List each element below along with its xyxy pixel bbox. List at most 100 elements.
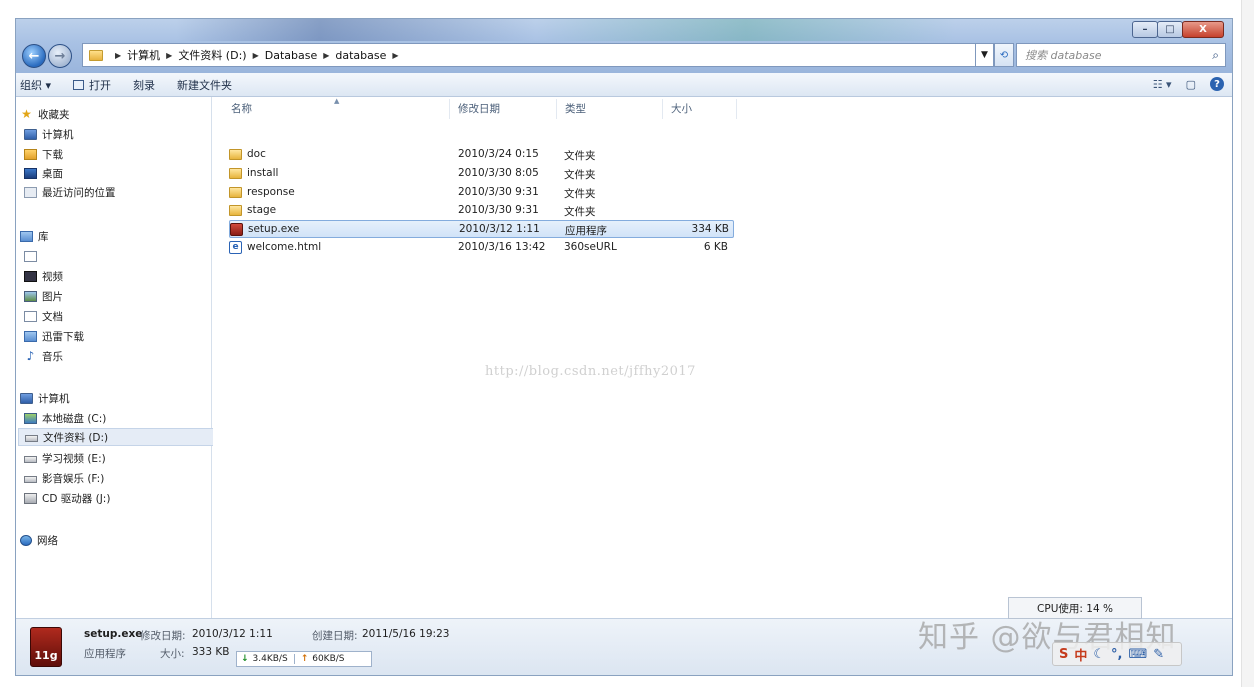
file-name: stage xyxy=(247,204,277,216)
file-name: response xyxy=(247,186,295,198)
keyboard-icon[interactable]: ⌨ xyxy=(1129,647,1148,662)
file-row[interactable]: doc 2010/3/24 0:15 文件夹 xyxy=(229,146,734,164)
nav-drive-j[interactable]: CD 驱动器 (J:) xyxy=(24,489,220,507)
title-bar: – □ X ← → ▶ 计算机 ▶ 文件资料 (D:) ▶ Database ▶… xyxy=(16,19,1232,73)
breadcrumb-separator-icon[interactable]: ▶ xyxy=(166,51,172,60)
breadcrumb-separator-icon[interactable]: ▶ xyxy=(392,51,398,60)
nav-label: 文件资料 (D:) xyxy=(43,431,109,444)
desktop-icon xyxy=(24,167,37,179)
ime-logo-icon[interactable]: S xyxy=(1059,647,1068,662)
open-icon xyxy=(73,79,85,90)
nav-fav-downloads[interactable]: 下载 xyxy=(24,145,220,163)
file-type: 应用程序 xyxy=(565,225,607,237)
nav-lib-documents[interactable]: 文档 xyxy=(24,307,220,325)
view-options-icon[interactable]: ☷ ▾ xyxy=(1153,78,1172,91)
column-divider[interactable] xyxy=(556,99,557,119)
breadcrumb-database[interactable]: database xyxy=(335,49,386,62)
new-folder-button[interactable]: 新建文件夹 xyxy=(177,77,232,93)
preview-pane-icon[interactable]: ▢ xyxy=(1186,78,1196,91)
details-modified-value: 2010/3/12 1:11 xyxy=(192,628,273,640)
file-row[interactable]: install 2010/3/30 8:05 文件夹 xyxy=(229,165,734,183)
column-header-modified[interactable]: 修改日期 xyxy=(458,101,500,116)
nav-lib-music[interactable]: ♪ 音乐 xyxy=(24,347,220,365)
nav-favorites[interactable]: ★ 收藏夹 xyxy=(20,105,216,123)
ime-toolbar[interactable]: S 中 ☾ °, ⌨ ✎ xyxy=(1052,642,1182,666)
nav-fav-computer[interactable]: 计算机 xyxy=(24,125,220,143)
burn-button[interactable]: 刻录 xyxy=(133,77,155,93)
sort-ascending-icon: ▲ xyxy=(334,97,340,105)
nav-lib-pictures[interactable]: 图片 xyxy=(24,287,220,305)
search-icon[interactable]: ⌕ xyxy=(1212,48,1219,63)
address-dropdown-button[interactable]: ▼ xyxy=(976,43,994,67)
nav-fav-desktop[interactable]: 桌面 xyxy=(24,164,220,182)
breadcrumb-separator-icon[interactable]: ▶ xyxy=(323,51,329,60)
breadcrumb-computer[interactable]: 计算机 xyxy=(127,47,160,63)
nav-libraries[interactable]: 库 xyxy=(20,227,216,245)
minimize-button[interactable]: – xyxy=(1132,21,1158,38)
file-row[interactable]: response 2010/3/30 9:31 文件夹 xyxy=(229,184,734,202)
nav-lib-xunlei[interactable]: 迅雷下载 xyxy=(24,327,220,345)
breadcrumb-database-parent[interactable]: Database xyxy=(265,49,318,62)
nav-label: 迅雷下载 xyxy=(42,330,84,343)
nav-drive-e[interactable]: 学习视频 (E:) xyxy=(24,449,220,467)
nav-label: 视频 xyxy=(42,270,63,283)
folder-icon xyxy=(229,168,242,179)
column-header-type[interactable]: 类型 xyxy=(565,101,586,116)
nav-drive-f[interactable]: 影音娱乐 (F:) xyxy=(24,469,220,487)
column-header-name[interactable]: 名称 xyxy=(231,101,252,116)
ime-punct-icon[interactable]: °, xyxy=(1111,647,1122,662)
nav-computer[interactable]: 计算机 xyxy=(20,389,216,407)
back-button[interactable]: ← xyxy=(22,44,46,68)
help-icon[interactable]: ? xyxy=(1210,77,1224,91)
file-modified: 2010/3/24 0:15 xyxy=(458,148,539,160)
nav-label: 文档 xyxy=(42,310,63,323)
ime-settings-icon[interactable]: ✎ xyxy=(1153,647,1164,662)
toolbar-right-controls: ☷ ▾ ▢ ? xyxy=(1139,77,1224,91)
drive-icon xyxy=(25,435,38,442)
organize-button[interactable]: 组织 ▾ xyxy=(20,77,51,93)
file-type: 360seURL xyxy=(564,241,617,253)
nav-label: 下载 xyxy=(42,148,63,161)
details-modified-label: 修改日期: xyxy=(140,630,186,642)
file-row[interactable]: stage 2010/3/30 9:31 文件夹 xyxy=(229,202,734,220)
breadcrumb-drive-d[interactable]: 文件资料 (D:) xyxy=(178,47,246,63)
music-note-icon: ♪ xyxy=(26,349,35,363)
nav-fav-recent[interactable]: 最近访问的位置 xyxy=(24,183,220,201)
nav-lib-unnamed[interactable] xyxy=(24,247,220,265)
ime-moon-icon[interactable]: ☾ xyxy=(1093,647,1105,662)
breadcrumb-separator-icon[interactable]: ▶ xyxy=(115,51,121,60)
window-controls: – □ X xyxy=(1132,21,1224,38)
nav-network[interactable]: 网络 xyxy=(20,531,216,549)
file-modified: 2010/3/30 9:31 xyxy=(458,186,539,198)
network-speed-widget: ↓ 3.4KB/S ↑ 60KB/S xyxy=(236,651,372,667)
file-row-selected[interactable]: setup.exe 2010/3/12 1:11 应用程序 334 KB xyxy=(229,220,734,238)
forward-button[interactable]: → xyxy=(48,44,72,68)
star-icon: ★ xyxy=(21,107,32,121)
page-scrollbar[interactable] xyxy=(1241,0,1254,687)
download-arrow-icon: ↓ xyxy=(241,654,249,664)
ime-mode[interactable]: 中 xyxy=(1074,645,1087,664)
open-button[interactable]: 打开 xyxy=(73,77,111,93)
file-list: ▲ 名称 修改日期 类型 大小 doc 2010/3/24 0:15 文件夹 i… xyxy=(213,97,1232,618)
column-divider[interactable] xyxy=(662,99,663,119)
column-header-size[interactable]: 大小 xyxy=(671,101,692,116)
refresh-button[interactable]: ⟲ xyxy=(994,43,1014,67)
file-type: 文件夹 xyxy=(564,169,596,181)
thumbnail-text: 11g xyxy=(34,649,58,662)
file-name: doc xyxy=(247,148,266,160)
nav-drive-d[interactable]: 文件资料 (D:) xyxy=(18,428,214,446)
column-divider[interactable] xyxy=(449,99,450,119)
breadcrumb-separator-icon[interactable]: ▶ xyxy=(253,51,259,60)
search-input[interactable]: 搜索 database ⌕ xyxy=(1016,43,1226,67)
nav-label: 本地磁盘 (C:) xyxy=(42,412,107,425)
chevron-down-icon: ▼ xyxy=(981,50,988,60)
close-button[interactable]: X xyxy=(1182,21,1224,38)
nav-drive-c[interactable]: 本地磁盘 (C:) xyxy=(24,409,220,427)
file-row[interactable]: e welcome.html 2010/3/16 13:42 360seURL … xyxy=(229,239,734,257)
address-bar[interactable]: ▶ 计算机 ▶ 文件资料 (D:) ▶ Database ▶ database … xyxy=(82,43,976,67)
nav-lib-videos[interactable]: 视频 xyxy=(24,267,220,285)
maximize-button[interactable]: □ xyxy=(1157,21,1183,38)
file-name: install xyxy=(247,167,279,179)
library-icon xyxy=(20,230,33,242)
column-divider[interactable] xyxy=(736,99,737,119)
